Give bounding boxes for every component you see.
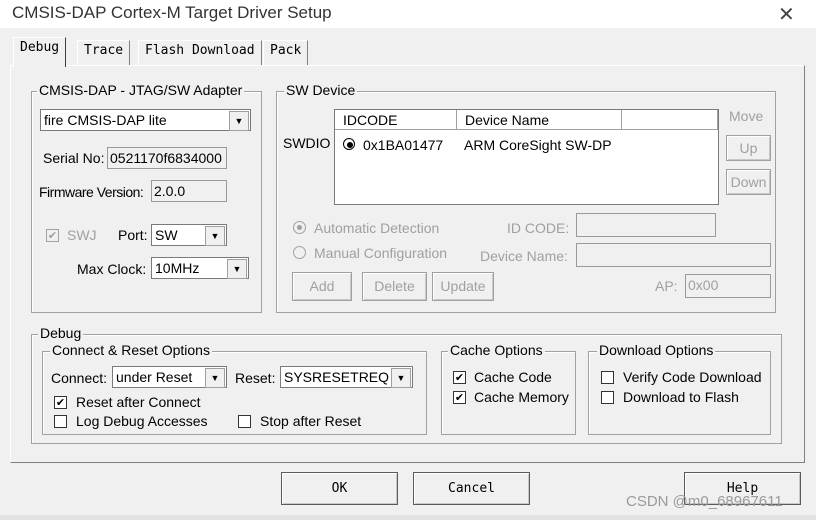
column-header-empty <box>622 110 718 130</box>
reset-after-connect-checkbox[interactable]: ✔ <box>54 396 67 409</box>
firmware-label: Firmware Version: <box>39 184 144 200</box>
connect-select[interactable]: under Reset ▼ <box>112 366 227 388</box>
port-select[interactable]: SW ▼ <box>151 224 227 246</box>
row-idcode: 0x1BA01477 <box>363 137 444 153</box>
cache-code-checkbox[interactable]: ✔ <box>453 371 466 384</box>
serial-value: 0521170f6834000 <box>107 147 227 169</box>
column-header-device-name[interactable]: Device Name <box>457 110 622 130</box>
chevron-down-icon[interactable]: ▼ <box>205 226 225 246</box>
max-clock-select-value: 10MHz <box>155 260 200 276</box>
table-row[interactable]: 0x1BA01477 ARM CoreSight SW-DP <box>335 132 718 154</box>
cancel-button[interactable]: Cancel <box>413 472 530 505</box>
port-label: Port: <box>118 227 148 243</box>
cache-options-legend: Cache Options <box>448 342 545 358</box>
manual-config-radio[interactable] <box>293 246 306 259</box>
move-down-button[interactable]: Down <box>726 169 771 195</box>
reset-select[interactable]: SYSRESETREQ ▼ <box>280 366 413 388</box>
reset-after-connect-label: Reset after Connect <box>76 394 201 410</box>
chevron-down-icon[interactable]: ▼ <box>391 368 411 388</box>
chevron-down-icon[interactable]: ▼ <box>205 368 225 388</box>
column-header-idcode[interactable]: IDCODE <box>335 110 457 130</box>
add-button[interactable]: Add <box>292 272 352 301</box>
reset-select-value: SYSRESETREQ <box>284 369 390 385</box>
bottom-strip <box>0 515 816 520</box>
swj-checkbox[interactable]: ✔ <box>46 229 59 242</box>
tab-pack[interactable]: Pack <box>263 40 309 66</box>
debug-legend: Debug <box>38 325 84 341</box>
max-clock-label: Max Clock: <box>77 261 147 277</box>
tab-debug[interactable]: Debug <box>13 37 67 67</box>
chevron-down-icon[interactable]: ▼ <box>229 111 249 131</box>
cache-memory-checkbox[interactable]: ✔ <box>453 391 466 404</box>
verify-code-download-label: Verify Code Download <box>623 369 762 385</box>
port-select-value: SW <box>155 227 178 243</box>
download-to-flash-label: Download to Flash <box>623 389 739 405</box>
ap-input[interactable]: 0x00 <box>685 274 771 298</box>
idcode-input[interactable] <box>576 213 716 237</box>
adapter-select-value: fire CMSIS-DAP lite <box>44 112 167 128</box>
ok-button[interactable]: OK <box>281 472 398 505</box>
max-clock-select[interactable]: 10MHz ▼ <box>151 257 249 279</box>
connect-label: Connect: <box>51 370 108 386</box>
device-name-input[interactable] <box>576 243 771 267</box>
adapter-select[interactable]: fire CMSIS-DAP lite ▼ <box>40 109 251 131</box>
cache-memory-label: Cache Memory <box>474 389 569 405</box>
connect-reset-legend: Connect & Reset Options <box>50 342 212 358</box>
serial-label: Serial No: <box>43 150 105 166</box>
swj-label: SWJ <box>67 227 97 243</box>
sw-device-legend: SW Device <box>284 82 358 98</box>
stop-after-reset-label: Stop after Reset <box>260 413 362 429</box>
auto-detect-radio[interactable] <box>293 221 306 234</box>
download-options-legend: Download Options <box>597 342 716 358</box>
close-icon[interactable]: ✕ <box>778 2 795 27</box>
move-up-button[interactable]: Up <box>726 135 771 161</box>
auto-detect-label: Automatic Detection <box>314 220 440 236</box>
firmware-value: 2.0.0 <box>151 180 227 202</box>
chevron-down-icon[interactable]: ▼ <box>227 259 247 279</box>
watermark-text: CSDN @m0_68967611 <box>626 493 783 510</box>
window-title: CMSIS-DAP Cortex-M Target Driver Setup <box>12 3 332 22</box>
update-button[interactable]: Update <box>432 272 494 301</box>
adapter-legend: CMSIS-DAP - JTAG/SW Adapter <box>37 82 245 98</box>
verify-code-download-checkbox[interactable] <box>601 371 614 384</box>
reset-label: Reset: <box>235 370 276 386</box>
tab-flash-download[interactable]: Flash Download <box>138 40 262 66</box>
tab-trace[interactable]: Trace <box>77 40 131 66</box>
cache-code-label: Cache Code <box>474 369 552 385</box>
delete-button[interactable]: Delete <box>362 272 427 301</box>
log-debug-accesses-label: Log Debug Accesses <box>76 413 208 429</box>
ap-label: AP: <box>655 278 678 294</box>
stop-after-reset-checkbox[interactable] <box>238 415 251 428</box>
connect-select-value: under Reset <box>116 369 193 385</box>
selected-radio-icon <box>343 138 355 150</box>
log-debug-accesses-checkbox[interactable] <box>54 415 67 428</box>
idcode-field-label: ID CODE: <box>507 220 570 236</box>
row-device-name: ARM CoreSight SW-DP <box>464 137 612 153</box>
download-to-flash-checkbox[interactable] <box>601 391 614 404</box>
device-name-field-label: Device Name: <box>480 248 568 264</box>
manual-config-label: Manual Configuration <box>314 245 448 261</box>
move-label: Move <box>729 108 764 124</box>
swdio-label: SWDIO <box>283 135 331 151</box>
